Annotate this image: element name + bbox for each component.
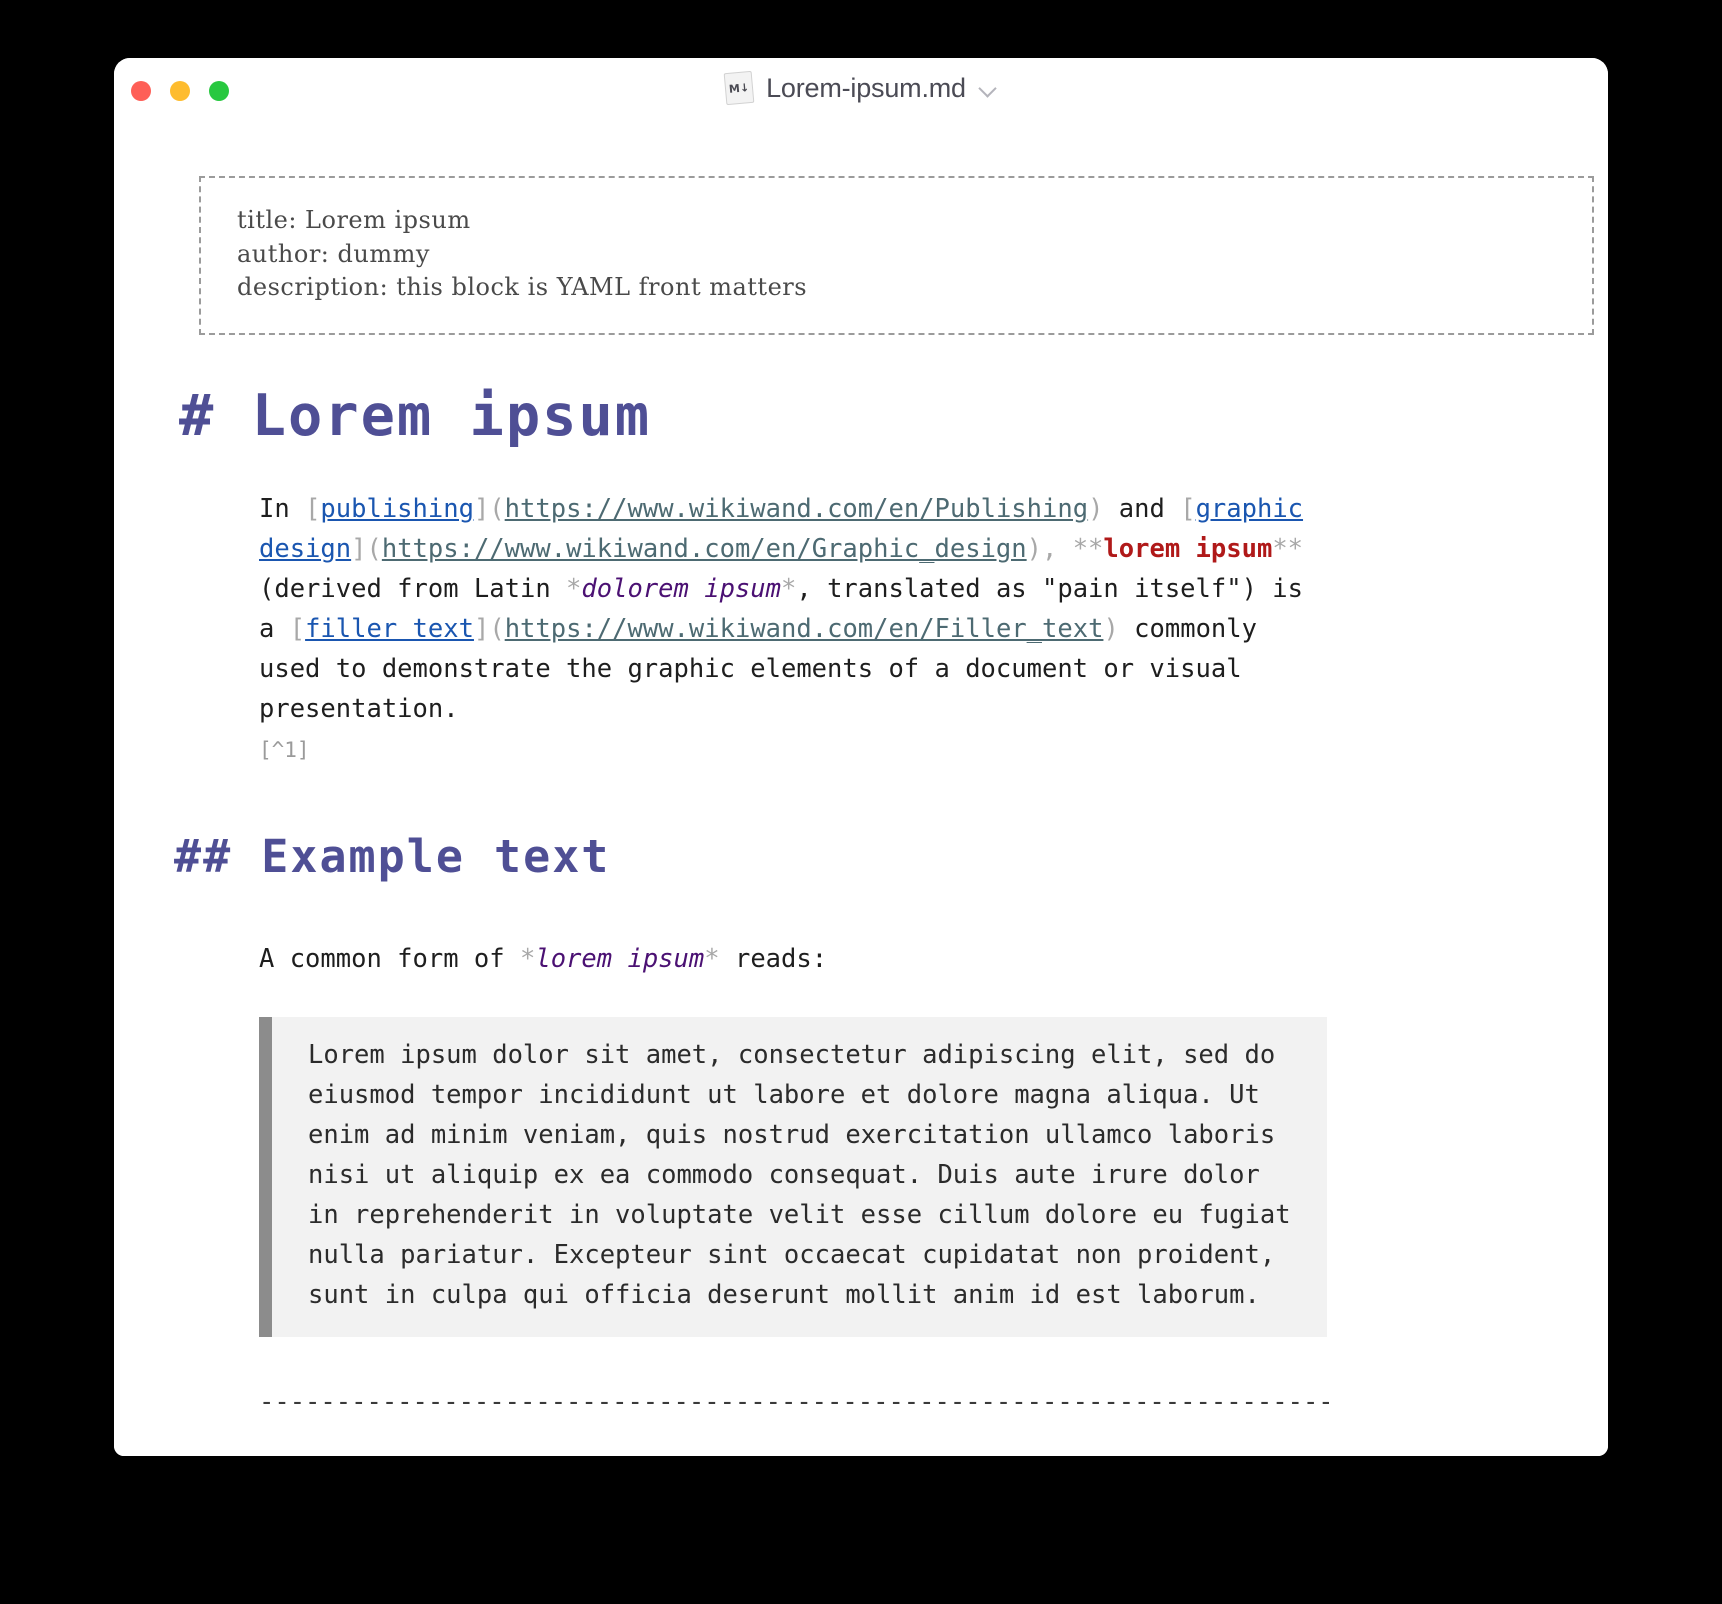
blockquote-bar	[259, 1016, 272, 1337]
frontmatter-line-author: author: dummy	[237, 239, 430, 268]
paragraph-example-intro[interactable]: A common form of *lorem ipsum* reads:	[259, 939, 1548, 979]
zoom-button[interactable]	[209, 81, 229, 101]
text-run: and	[1118, 493, 1181, 524]
desktop-background: M↓ Lorem-ipsum.md title: Lorem ipsum aut…	[0, 0, 1722, 1604]
chevron-down-icon[interactable]	[979, 79, 997, 97]
emphasis-text: dolorem ipsum	[581, 573, 781, 604]
horizontal-rule: ----------------------------------------…	[259, 1386, 1329, 1417]
window-titlebar: M↓ Lorem-ipsum.md	[114, 58, 1608, 122]
window-title: Lorem-ipsum.md	[766, 72, 966, 103]
bracket-open: [	[289, 613, 306, 644]
bracket-paren: ](	[473, 493, 505, 524]
markdown-file-icon: M↓	[723, 70, 755, 106]
minimize-button[interactable]	[170, 81, 190, 101]
bracket-open: [	[1180, 493, 1196, 524]
text-run: reads:	[719, 943, 828, 974]
paren-close: )	[1103, 613, 1135, 644]
link-url-filler-text[interactable]: https://www.wikiwand.com/en/Filler_text	[505, 614, 1104, 644]
em-marker-close: *	[781, 573, 797, 604]
text-run: In	[259, 493, 306, 524]
text-run: (derived from Latin	[259, 573, 567, 604]
yaml-frontmatter-block[interactable]: title: Lorem ipsum author: dummy descrip…	[199, 176, 1594, 335]
bracket-paren: ](	[473, 613, 505, 644]
emphasis-text: lorem ipsum	[535, 943, 705, 974]
link-label-publishing[interactable]: publishing	[320, 494, 474, 524]
bold-marker-close: **	[1272, 533, 1304, 564]
em-marker-close: *	[704, 943, 720, 974]
footnote-marker[interactable]: [^1]	[259, 738, 310, 762]
bold-marker-open: **	[1072, 533, 1104, 564]
link-url-graphic-design[interactable]: https://www.wikiwand.com/en/Graphic_desi…	[382, 534, 1027, 564]
paren-close: )	[1088, 493, 1119, 524]
frontmatter-line-title: title: Lorem ipsum	[237, 206, 471, 234]
paragraph-intro[interactable]: In [publishing](https://www.wikiwand.com…	[259, 489, 1304, 770]
blockquote-text: Lorem ipsum dolor sit amet, consectetur …	[308, 1039, 1291, 1310]
traffic-light-buttons	[131, 81, 229, 101]
link-url-publishing[interactable]: https://www.wikiwand.com/en/Publishing	[505, 494, 1088, 524]
editor-canvas[interactable]: title: Lorem ipsum author: dummy descrip…	[114, 122, 1608, 1456]
markdown-editor-window: M↓ Lorem-ipsum.md title: Lorem ipsum aut…	[114, 58, 1608, 1456]
paren-close: ),	[1026, 533, 1073, 564]
bracket-open: [	[305, 493, 321, 524]
bracket-paren: ](	[351, 533, 382, 564]
strong-text: lorem ipsum	[1103, 533, 1273, 564]
frontmatter-line-description: description: this block is YAML front ma…	[237, 273, 808, 302]
titlebar-center-group: M↓ Lorem-ipsum.md	[114, 70, 1608, 106]
document-body: # Lorem ipsum In [publishing](https://ww…	[114, 383, 1608, 1417]
heading-level-1: # Lorem ipsum	[179, 382, 652, 449]
em-marker-open: *	[520, 943, 536, 974]
heading-level-2: ## Example text	[174, 829, 611, 883]
close-button[interactable]	[131, 81, 151, 101]
blockquote[interactable]: Lorem ipsum dolor sit amet, consectetur …	[259, 1016, 1327, 1337]
em-marker-open: *	[566, 573, 582, 604]
link-label-filler-text[interactable]: filler text	[305, 614, 474, 644]
text-run: A common form of	[259, 943, 520, 974]
